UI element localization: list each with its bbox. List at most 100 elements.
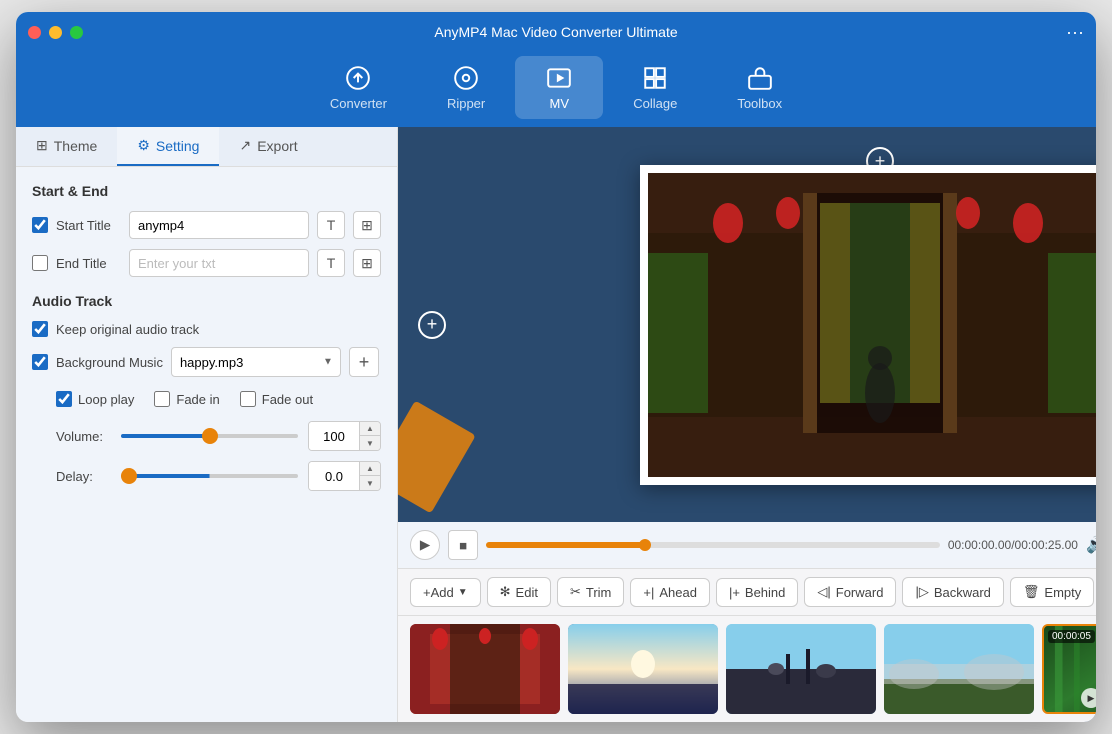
thumbnail-3[interactable] [726,624,876,714]
bg-music-row: Background Music happy.mp3 ▼ + [32,347,381,377]
add-music-button[interactable]: + [349,347,379,377]
ahead-button[interactable]: +| Ahead [630,578,710,607]
volume-input[interactable] [309,422,359,450]
minimize-button[interactable] [49,26,62,39]
tab-setting-label: Setting [156,138,200,154]
nav-item-converter[interactable]: Converter [300,56,417,119]
behind-button[interactable]: |+ Behind [716,578,798,607]
delay-down-button[interactable]: ▼ [360,476,380,490]
left-panel: ⊞ Theme ⚙ Setting ↗ Export Start & End [16,127,398,722]
behind-icon: |+ [729,585,740,600]
nav-label-collage: Collage [633,96,677,111]
close-button[interactable] [28,26,41,39]
thumbnail-1[interactable] [410,624,560,714]
behind-label: Behind [745,585,785,600]
loop-play-checkbox[interactable] [56,391,72,407]
volume-down-button[interactable]: ▼ [360,436,380,450]
toolbox-icon [746,64,774,92]
volume-up-button[interactable]: ▲ [360,422,380,436]
tab-export-label: Export [257,138,297,154]
loop-play-label: Loop play [78,392,134,407]
volume-label: Volume: [56,429,111,444]
edit-icon: ✻ [500,584,511,600]
keep-original-label: Keep original audio track [56,322,199,337]
keep-original-row: Keep original audio track [32,321,381,337]
play-button[interactable]: ▶ [410,530,440,560]
app-title: AnyMP4 Mac Video Converter Ultimate [434,24,677,40]
tab-setting[interactable]: ⚙ Setting [117,127,219,166]
keep-original-checkbox[interactable] [32,321,48,337]
end-title-grid-button[interactable]: ⊞ [353,249,381,277]
fade-in-option[interactable]: Fade in [154,391,219,407]
end-title-label: End Title [56,256,121,271]
fade-out-checkbox[interactable] [240,391,256,407]
nav-bar: Converter Ripper MV Collage [16,52,1096,127]
add-button[interactable]: + Add ▼ [410,578,481,607]
fade-out-option[interactable]: Fade out [240,391,313,407]
thumbnail-controls: ▶ ★ ⏱ [1081,688,1096,708]
bg-music-checkbox[interactable] [32,354,48,370]
nav-item-toolbox[interactable]: Toolbox [707,56,812,119]
bg-music-label: Background Music [56,355,163,370]
nav-label-ripper: Ripper [447,96,485,111]
converter-icon [344,64,372,92]
nav-item-collage[interactable]: Collage [603,56,707,119]
bottom-toolbar: + Add ▼ ✻ Edit ✂ Trim +| Ahead |+ [398,568,1096,615]
nav-item-ripper[interactable]: Ripper [417,56,515,119]
start-title-checkbox[interactable] [32,217,48,233]
trim-icon: ✂ [570,584,581,600]
thumbnail-time: 00:00:05 [1048,630,1095,643]
end-title-checkbox[interactable] [32,255,48,271]
ripper-icon [452,64,480,92]
edit-button[interactable]: ✻ Edit [487,577,551,607]
thumbnail-2[interactable] [568,624,718,714]
title-bar: AnyMP4 Mac Video Converter Ultimate ··· [16,12,1096,52]
edit-label: Edit [516,585,538,600]
start-title-row: Start Title T ⊞ [32,211,381,239]
tab-theme[interactable]: ⊞ Theme [16,127,117,166]
fade-in-label: Fade in [176,392,219,407]
forward-label: Forward [836,585,884,600]
fade-in-checkbox[interactable] [154,391,170,407]
video-frame [640,165,1096,485]
add-dropdown-arrow: ▼ [458,587,468,598]
tab-bar: ⊞ Theme ⚙ Setting ↗ Export [16,127,397,167]
start-title-grid-button[interactable]: ⊞ [353,211,381,239]
delay-slider[interactable] [121,474,298,478]
delay-input[interactable] [309,462,359,490]
end-title-input[interactable] [129,249,309,277]
add-left-button[interactable]: + [418,311,446,339]
backward-button[interactable]: |▷ Backward [902,577,1003,607]
thumb-play-button[interactable]: ▶ [1081,688,1096,708]
video-preview [648,173,1096,477]
progress-bar[interactable] [486,542,940,548]
nav-label-mv: MV [549,96,569,111]
bg-music-select[interactable]: happy.mp3 [171,347,341,377]
fade-out-label: Fade out [262,392,313,407]
loop-play-option[interactable]: Loop play [56,391,134,407]
more-options-button[interactable]: ··· [1066,22,1084,43]
delay-up-button[interactable]: ▲ [360,462,380,476]
volume-icon[interactable]: 🔊 [1086,535,1096,555]
nav-item-mv[interactable]: MV [515,56,603,119]
video-svg [648,173,1096,477]
volume-slider[interactable] [121,434,298,438]
thumbnail-4[interactable] [884,624,1034,714]
trim-button[interactable]: ✂ Trim [557,577,624,607]
stop-button[interactable]: ■ [448,530,478,560]
audio-options-row: Loop play Fade in Fade out [32,391,381,407]
forward-icon: ◁| [817,584,830,600]
end-title-font-button[interactable]: T [317,249,345,277]
tab-export[interactable]: ↗ Export [219,127,317,166]
app-window: AnyMP4 Mac Video Converter Ultimate ··· … [16,12,1096,722]
overlay-strip-bl [398,401,476,514]
main-content: ⊞ Theme ⚙ Setting ↗ Export Start & End [16,127,1096,722]
forward-button[interactable]: ◁| Forward [804,577,896,607]
maximize-button[interactable] [70,26,83,39]
thumbnail-5[interactable]: 00:00:05 ✕ ▶ ★ ⏱ [1042,624,1096,714]
empty-button[interactable]: 🗑 Empty [1010,577,1094,607]
start-title-input[interactable] [129,211,309,239]
video-area: + + [398,127,1096,522]
nav-label-converter: Converter [330,96,387,111]
start-title-font-button[interactable]: T [317,211,345,239]
